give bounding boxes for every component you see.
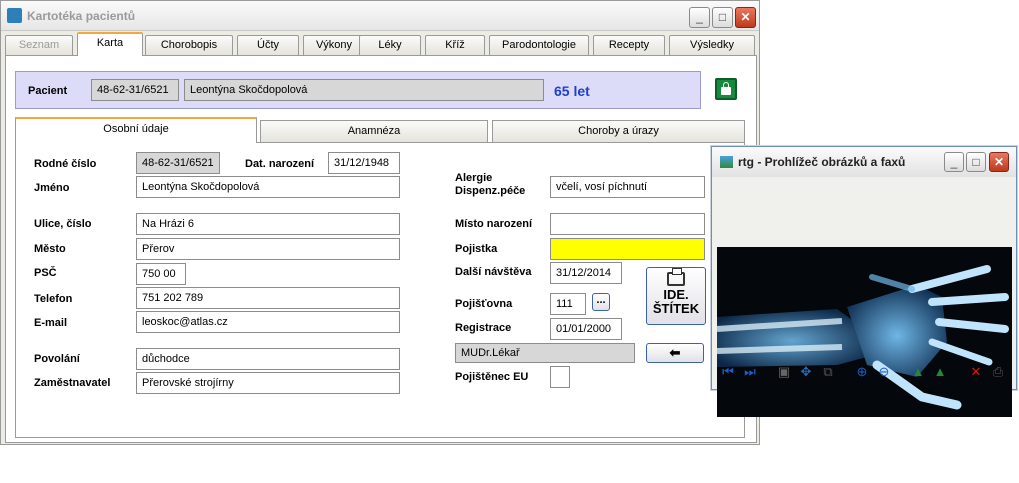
rodne-cislo-field: 48-62-31/6521 — [136, 152, 220, 174]
ide-stitek-button[interactable]: IDE. ŠTÍTEK — [646, 267, 706, 325]
pojistenec-eu-label: Pojištěnec EU — [455, 371, 529, 383]
jmeno-label: Jméno — [34, 182, 70, 194]
tab-anamneza[interactable]: Anamnéza — [260, 120, 488, 142]
delete-icon[interactable]: ✕ — [968, 364, 984, 380]
patient-name-field: Leontýna Skočdopolová — [184, 79, 544, 101]
pojistovna-lookup-button[interactable]: ... — [592, 293, 610, 311]
povolani-label: Povolání — [34, 353, 80, 365]
pojistenec-eu-checkbox[interactable] — [550, 366, 570, 388]
maximize-button[interactable]: □ — [712, 7, 733, 28]
tab-choroby-urazy[interactable]: Choroby a úrazy — [492, 120, 745, 142]
telefon-field[interactable]: 751 202 789 — [136, 287, 400, 309]
ulice-field[interactable]: Na Hrázi 6 — [136, 213, 400, 235]
lock-icon[interactable] — [715, 78, 737, 100]
close-button[interactable]: ✕ — [735, 7, 756, 28]
alergie-field[interactable]: včelí, vosí píchnutí — [550, 176, 705, 198]
first-image-icon[interactable]: ⏮ — [720, 364, 736, 380]
zoom-in-icon[interactable]: ⊕ — [854, 364, 870, 380]
tab-vykony[interactable]: Výkony — [303, 35, 365, 55]
actual-size-icon[interactable]: ✥ — [798, 364, 814, 380]
dat-narozeni-label: Dat. narození — [245, 158, 315, 170]
mesto-field[interactable]: Přerov — [136, 238, 400, 260]
misto-narozeni-label: Místo narození — [455, 218, 533, 230]
rodne-cislo-label: Rodné číslo — [34, 158, 97, 170]
registrace-field[interactable]: 01/01/2000 — [550, 318, 622, 340]
tab-osobni-udaje[interactable]: Osobní údaje — [15, 117, 257, 143]
viewer-title: rtg - Prohlížeč obrázků a faxů — [738, 155, 906, 169]
zamestnavatel-label: Zaměstnavatel — [34, 377, 111, 389]
window-title: Kartotéka pacientů — [27, 9, 136, 23]
registrace-label: Registrace — [455, 322, 512, 334]
tab-kriz[interactable]: Kříž — [425, 35, 485, 55]
rotate-right-icon[interactable]: ▲ — [932, 364, 948, 380]
dalsi-navsteva-field[interactable]: 31/12/2014 — [550, 262, 622, 284]
rotate-left-icon[interactable]: ▲ — [910, 364, 926, 380]
pojistka-label: Pojistka — [455, 243, 498, 255]
fit-window-icon[interactable]: ▣ — [776, 364, 792, 380]
misto-narozeni-field[interactable] — [550, 213, 705, 235]
patient-label: Pacient — [28, 85, 68, 97]
jmeno-field[interactable]: Leontýna Skočdopolová — [136, 176, 400, 198]
ulice-label: Ulice, číslo — [34, 218, 92, 230]
tab-chorobopis[interactable]: Chorobopis — [145, 35, 233, 55]
main-window: Kartotéka pacientů _ □ ✕ Seznam Karta Ch… — [0, 0, 760, 445]
dalsi-navsteva-label: Další návštěva — [455, 266, 532, 278]
slideshow-icon[interactable]: ⧉ — [820, 364, 836, 380]
pojistovna-label: Pojišťovna — [455, 298, 513, 310]
image-viewer-window: rtg - Prohlížeč obrázků a faxů _ □ ✕ ⏮ ⏭… — [711, 146, 1017, 417]
patient-id-field: 48-62-31/6521 — [91, 79, 179, 101]
alergie-label: Alergie Dispenz.péče — [455, 172, 526, 197]
minimize-button[interactable]: _ — [689, 7, 710, 28]
zoom-out-icon[interactable]: ⊖ — [876, 364, 892, 380]
email-label: E-mail — [34, 317, 68, 329]
print-icon[interactable]: ⎙ — [990, 364, 1006, 380]
mesto-label: Město — [34, 243, 66, 255]
tab-leky[interactable]: Léky — [359, 35, 421, 55]
viewer-close-button[interactable]: ✕ — [989, 152, 1009, 172]
lekar-field: MUDr.Lékař — [455, 343, 635, 363]
povolani-field[interactable]: důchodce — [136, 348, 400, 370]
zamestnavatel-field[interactable]: Přerovské strojírny — [136, 372, 400, 394]
ide-stitek-label: IDE. ŠTÍTEK — [652, 287, 700, 316]
title-bar[interactable]: Kartotéka pacientů _ □ ✕ — [1, 1, 759, 31]
dat-narozeni-field[interactable]: 31/12/1948 — [328, 152, 400, 174]
telefon-label: Telefon — [34, 293, 73, 305]
image-icon — [720, 156, 733, 168]
sub-tabs: Osobní údaje Anamnéza Choroby a úrazy — [15, 117, 745, 143]
back-arrow-button[interactable]: ⬅ — [646, 343, 704, 363]
pojistka-field[interactable] — [550, 238, 705, 260]
main-tabs: Seznam Karta Chorobopis Účty Výkony Léky… — [5, 32, 757, 56]
psc-field[interactable]: 750 00 — [136, 263, 186, 285]
app-icon — [7, 8, 22, 23]
viewer-minimize-button[interactable]: _ — [944, 152, 964, 172]
viewer-title-bar[interactable]: rtg - Prohlížeč obrázků a faxů _ □ ✕ — [712, 147, 1016, 177]
tab-vysledky[interactable]: Výsledky — [669, 35, 755, 55]
next-image-icon[interactable]: ⏭ — [742, 364, 758, 380]
tab-karta[interactable]: Karta — [77, 32, 143, 56]
tab-seznam[interactable]: Seznam — [5, 35, 73, 55]
patient-bar: Pacient 48-62-31/6521 Leontýna Skočdopol… — [15, 71, 701, 109]
tab-recepty[interactable]: Recepty — [593, 35, 665, 55]
tab-ucty[interactable]: Účty — [237, 35, 299, 55]
psc-label: PSČ — [34, 267, 57, 279]
email-field[interactable]: leoskoc@atlas.cz — [136, 311, 400, 333]
viewer-toolbar: ⏮ ⏭ ▣ ✥ ⧉ ⊕ ⊖ ▲ ▲ ✕ ⎙ — [712, 353, 1016, 389]
tab-parodontologie[interactable]: Parodontologie — [489, 35, 589, 55]
pojistovna-field[interactable]: 111 — [550, 293, 586, 315]
printer-icon — [667, 268, 685, 286]
karta-panel: Pacient 48-62-31/6521 Leontýna Skočdopol… — [5, 55, 757, 443]
xray-image[interactable] — [717, 181, 1012, 483]
patient-age: 65 let — [554, 83, 590, 99]
viewer-maximize-button[interactable]: □ — [966, 152, 986, 172]
